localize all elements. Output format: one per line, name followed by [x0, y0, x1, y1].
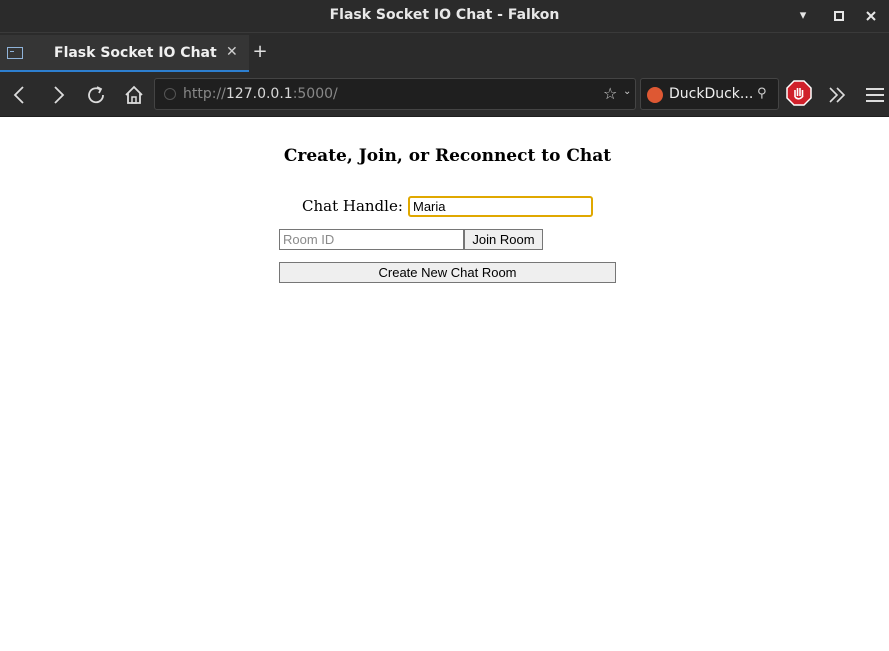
url-text[interactable]: http://127.0.0.1:5000/ [183, 86, 338, 102]
bookmark-star-icon[interactable]: ☆ [603, 84, 617, 103]
maximize-icon[interactable] [829, 6, 849, 26]
window-title: Flask Socket IO Chat - Falkon [329, 7, 560, 23]
close-icon[interactable] [861, 6, 881, 26]
search-engine-label: DuckDuck... [669, 86, 754, 102]
chat-handle-label: Chat Handle: [302, 197, 403, 215]
minimize-icon[interactable]: ▾ [793, 6, 813, 26]
forward-icon[interactable] [47, 84, 69, 106]
join-room-button[interactable]: Join Room [464, 229, 543, 250]
search-bar[interactable]: DuckDuck... ⚲ [640, 78, 779, 110]
url-bar[interactable]: http://127.0.0.1:5000/ ☆ ⌄ [154, 78, 636, 110]
search-icon[interactable]: ⚲ [757, 86, 767, 101]
tab-label: Flask Socket IO Chat [54, 45, 217, 61]
home-icon[interactable] [123, 84, 145, 106]
page-content: Create, Join, or Reconnect to Chat Chat … [0, 117, 889, 651]
duckduckgo-icon [647, 87, 663, 103]
back-icon[interactable] [9, 84, 31, 106]
room-id-input[interactable] [279, 229, 464, 250]
page-title: Create, Join, or Reconnect to Chat [283, 146, 612, 166]
terminal-icon [7, 47, 23, 59]
create-chat-room-button[interactable]: Create New Chat Room [279, 262, 616, 283]
tab-flask-chat[interactable]: Flask Socket IO Chat ✕ [0, 35, 249, 73]
new-tab-icon[interactable]: + [252, 41, 268, 62]
menu-icon[interactable] [864, 84, 886, 106]
navigation-toolbar: http://127.0.0.1:5000/ ☆ ⌄ DuckDuck... ⚲ [0, 72, 889, 117]
reload-icon[interactable] [85, 84, 107, 106]
chevron-down-icon[interactable]: ⌄ [623, 86, 631, 97]
site-info-icon[interactable] [164, 88, 176, 100]
tab-close-icon[interactable]: ✕ [226, 44, 238, 60]
chat-handle-input[interactable] [408, 196, 593, 217]
overflow-icon[interactable] [826, 84, 848, 106]
tab-bar: Flask Socket IO Chat ✕ + [0, 32, 889, 73]
adblock-icon[interactable] [786, 80, 812, 106]
window-titlebar: Flask Socket IO Chat - Falkon ▾ [0, 0, 889, 32]
